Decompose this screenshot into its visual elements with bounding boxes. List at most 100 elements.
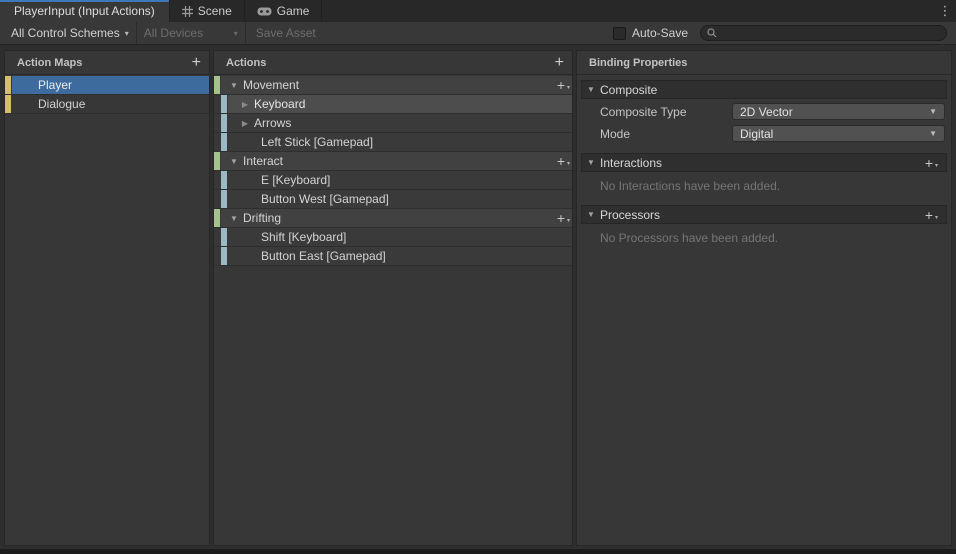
chevron-down-icon: ▾ — [233, 28, 238, 38]
mode-dropdown[interactable]: Digital ▼ — [732, 125, 945, 142]
add-action-button[interactable]: + — [555, 54, 564, 70]
binding-label: Shift [Keyboard] — [261, 230, 347, 244]
action-maps-list: Player Dialogue — [5, 75, 209, 114]
tab-scene[interactable]: Scene — [170, 0, 245, 22]
binding-row[interactable]: Shift [Keyboard] — [214, 228, 572, 247]
foldout-closed-icon[interactable]: ▶ — [239, 119, 251, 128]
binding-label: Button East [Gamepad] — [261, 249, 386, 263]
composite-section-header[interactable]: ▼ Composite — [581, 80, 947, 99]
binding-color-strip — [221, 171, 227, 189]
tab-game[interactable]: Game — [245, 0, 323, 22]
binding-properties-panel: Binding Properties ▼ Composite Composite… — [576, 50, 952, 546]
binding-label: E [Keyboard] — [261, 173, 331, 187]
composite-type-dropdown[interactable]: 2D Vector ▼ — [732, 103, 945, 120]
foldout-open-icon[interactable]: ▼ — [228, 214, 240, 223]
binding-body[interactable]: Shift [Keyboard] — [228, 228, 572, 246]
add-action-map-button[interactable]: + — [192, 54, 201, 70]
action-maps-panel: Action Maps + Player Dialogue — [4, 50, 210, 546]
scene-grid-icon — [181, 5, 193, 17]
action-map-row[interactable]: Player — [5, 76, 209, 95]
caret-down-icon: ▾ — [934, 162, 938, 169]
auto-save-checkbox[interactable] — [612, 26, 626, 40]
action-maps-header: Action Maps + — [5, 51, 209, 75]
binding-color-strip — [221, 114, 227, 132]
actions-tree: ▼ Movement + ▾ ▶ Keyboard ▶ Arrows Left Stick [G… — [214, 75, 572, 266]
devices-dropdown[interactable]: All Devices ▾ — [137, 22, 245, 44]
search-icon — [707, 28, 717, 38]
mode-field: Mode Digital ▼ — [581, 124, 947, 143]
search-input[interactable] — [721, 27, 940, 39]
dropdown-arrow-icon: ▼ — [929, 107, 937, 116]
actions-header: Actions + — [214, 51, 572, 75]
action-body[interactable]: ▼ Drifting + ▾ — [221, 209, 572, 227]
composite-row[interactable]: ▶ Keyboard — [214, 95, 572, 114]
action-body[interactable]: ▼ Movement + ▾ — [221, 76, 572, 94]
composite-body[interactable]: ▶ Arrows — [228, 114, 572, 132]
binding-body[interactable]: Button East [Gamepad] — [228, 247, 572, 265]
action-map-color-strip — [5, 95, 11, 113]
foldout-open-icon: ▼ — [587, 158, 595, 167]
kebab-menu-icon[interactable]: ⋮ — [934, 0, 956, 22]
action-map-row[interactable]: Dialogue — [5, 95, 209, 114]
foldout-closed-icon[interactable]: ▶ — [239, 100, 251, 109]
chevron-down-icon: ▾ — [124, 28, 129, 38]
action-map-body[interactable]: Dialogue — [12, 95, 209, 113]
action-body[interactable]: ▼ Interact + ▾ — [221, 152, 572, 170]
action-row[interactable]: ▼ Interact + ▾ — [214, 152, 572, 171]
plus-icon: + — [556, 210, 565, 226]
binding-color-strip — [221, 190, 227, 208]
binding-body[interactable]: E [Keyboard] — [228, 171, 572, 189]
processors-section-header[interactable]: ▼ Processors + ▾ — [581, 205, 947, 224]
mode-label: Mode — [600, 126, 631, 141]
binding-properties-title: Binding Properties — [589, 56, 688, 69]
dropdown-arrow-icon: ▼ — [929, 129, 937, 138]
add-processor-button[interactable]: + ▾ — [925, 208, 938, 222]
tab-label: Scene — [197, 4, 232, 18]
control-schemes-dropdown[interactable]: All Control Schemes ▾ — [4, 22, 136, 44]
foldout-open-icon[interactable]: ▼ — [228, 81, 240, 90]
add-binding-button[interactable]: + ▾ — [556, 153, 570, 169]
binding-body[interactable]: Button West [Gamepad] — [228, 190, 572, 208]
action-row[interactable]: ▼ Drifting + ▾ — [214, 209, 572, 228]
action-map-color-strip — [5, 76, 11, 94]
plus-icon: + — [556, 153, 565, 169]
action-map-label: Player — [38, 78, 73, 92]
action-map-body[interactable]: Player — [12, 76, 209, 94]
action-color-strip — [214, 76, 220, 94]
binding-body[interactable]: Left Stick [Gamepad] — [228, 133, 572, 151]
action-row[interactable]: ▼ Movement + ▾ — [214, 76, 572, 95]
actions-panel: Actions + ▼ Movement + ▾ ▶ Keyboard ▶ Arrows Lef… — [213, 50, 573, 546]
action-label: Interact — [243, 154, 284, 168]
composite-row[interactable]: ▶ Arrows — [214, 114, 572, 133]
foldout-open-icon[interactable]: ▼ — [228, 157, 240, 166]
interactions-section-header[interactable]: ▼ Interactions + ▾ — [581, 153, 947, 172]
add-binding-button[interactable]: + ▾ — [557, 78, 570, 92]
binding-color-strip — [221, 133, 227, 151]
composite-label: Keyboard — [254, 97, 306, 111]
binding-row[interactable]: Left Stick [Gamepad] — [214, 133, 572, 152]
search-box[interactable] — [700, 25, 947, 41]
binding-row[interactable]: Button East [Gamepad] — [214, 247, 572, 266]
add-binding-button[interactable]: + ▾ — [556, 210, 570, 226]
binding-row[interactable]: E [Keyboard] — [214, 171, 572, 190]
caret-down-icon: ▾ — [934, 214, 938, 221]
tab-label: Game — [276, 4, 310, 18]
caret-down-icon: ▾ — [566, 161, 570, 167]
interactions-empty-message: No Interactions have been added. — [600, 179, 781, 193]
processors-empty-message: No Processors have been added. — [600, 231, 779, 245]
binding-row[interactable]: Button West [Gamepad] — [214, 190, 572, 209]
action-maps-title: Action Maps — [17, 56, 83, 69]
binding-color-strip — [221, 247, 227, 265]
panels-area: Action Maps + Player Dialogue Actions + ▼… — [0, 45, 956, 546]
actions-title: Actions — [226, 56, 267, 69]
composite-label: Arrows — [254, 116, 292, 130]
tab-playerinput-input-actions[interactable]: PlayerInput (Input Actions) — [0, 0, 170, 22]
add-interaction-button[interactable]: + ▾ — [925, 156, 938, 170]
foldout-open-icon: ▼ — [587, 85, 595, 94]
save-asset-button[interactable]: Save Asset — [246, 26, 326, 40]
composite-body[interactable]: ▶ Keyboard — [228, 95, 572, 113]
action-color-strip — [214, 209, 220, 227]
